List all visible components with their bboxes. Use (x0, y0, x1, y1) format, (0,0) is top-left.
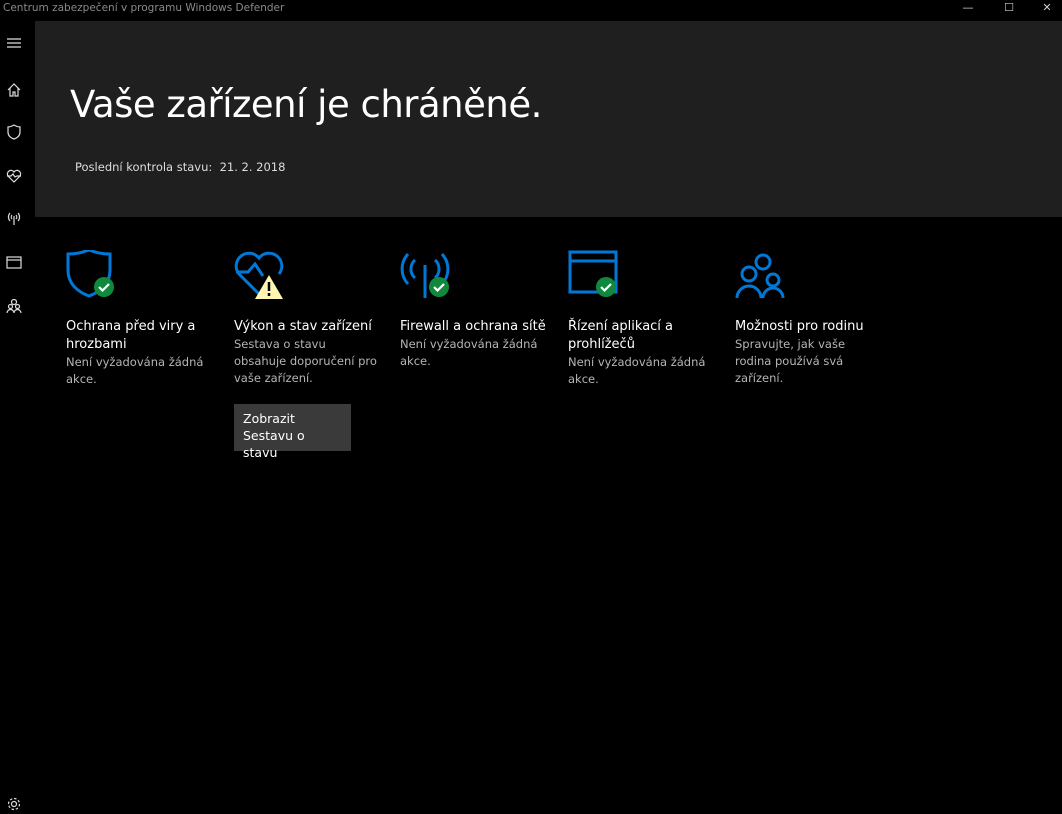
shield-icon (66, 248, 122, 300)
shield-icon[interactable] (4, 122, 24, 142)
tile-title: Výkon a stav zařízení (234, 319, 372, 334)
antenna-icon (400, 250, 456, 300)
tile-title: Řízení aplikací a prohlížečů (568, 319, 674, 352)
sidebar (0, 20, 35, 814)
window-title: Centrum zabezpečení v programu Windows D… (3, 2, 285, 14)
tile-description: Sestava o stavu obsahuje doporučení pro … (234, 337, 377, 385)
menu-icon[interactable] (4, 33, 24, 53)
close-button[interactable]: ✕ (1024, 0, 1062, 20)
tile-description: Není vyžadována žádná akce. (568, 355, 706, 386)
tile-title: Možnosti pro rodinu (735, 319, 864, 334)
tile-family-options[interactable]: Možnosti pro rodinu Spravujte, jak vaše … (735, 250, 895, 387)
title-bar: Centrum zabezpečení v programu Windows D… (0, 0, 1062, 20)
tile-virus-protection[interactable]: Ochrana před viry a hrozbami Není vyžado… (66, 248, 226, 388)
last-check-status: Poslední kontrola stavu: 21. 2. 2018 (75, 160, 285, 174)
tile-device-performance[interactable]: Výkon a stav zařízení Sestava o stavu ob… (234, 250, 394, 461)
last-check-label: Poslední kontrola stavu: (75, 160, 213, 174)
firewall-icon[interactable] (4, 208, 24, 228)
tile-title: Ochrana před viry a hrozbami (66, 319, 196, 352)
settings-gear-icon[interactable] (4, 794, 24, 814)
tile-app-browser-control[interactable]: Řízení aplikací a prohlížečů Není vyžado… (568, 250, 728, 388)
minimize-button[interactable]: — (945, 0, 991, 20)
page-title: Vaše zařízení je chráněné. (70, 83, 542, 126)
last-check-date: 21. 2. 2018 (219, 160, 286, 174)
family-icon[interactable] (4, 296, 24, 316)
check-icon (94, 277, 114, 297)
tile-description: Není vyžadována žádná akce. (400, 337, 538, 368)
browser-window-icon (568, 250, 624, 300)
tile-firewall[interactable]: Firewall a ochrana sítě Není vyžadována … (400, 250, 560, 370)
tile-description: Spravujte, jak vaše rodina používá svá z… (735, 337, 846, 385)
health-icon[interactable] (4, 166, 24, 186)
check-icon (596, 277, 616, 297)
family-icon (735, 250, 791, 300)
warning-icon (255, 275, 283, 299)
tile-description: Není vyžadována žádná akce. (66, 355, 204, 386)
view-health-report-button[interactable]: Zobrazit Sestavu o stavu (234, 404, 351, 460)
app-browser-icon[interactable] (4, 252, 24, 272)
home-icon[interactable] (4, 80, 24, 100)
status-banner: Vaše zařízení je chráněné. Poslední kont… (35, 21, 1062, 217)
tile-title: Firewall a ochrana sítě (400, 319, 546, 334)
check-icon (429, 277, 449, 297)
heart-health-icon (234, 250, 290, 300)
